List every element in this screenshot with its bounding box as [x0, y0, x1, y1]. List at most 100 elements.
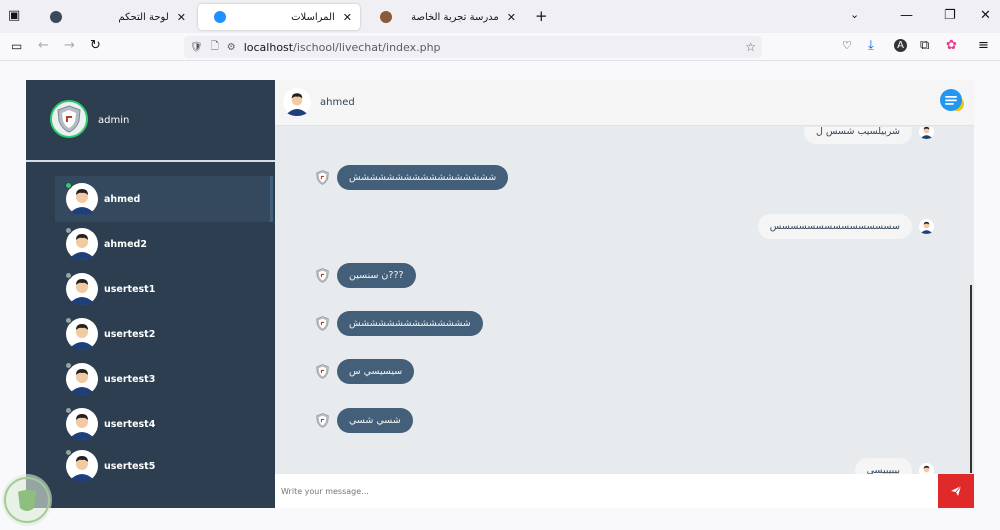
avatar	[65, 227, 98, 260]
url-host: localhost	[243, 40, 294, 54]
shield-icon: 🛡	[190, 41, 203, 53]
message-bubble: شربيلسيب شسس ل	[803, 127, 912, 144]
message-bubble: سيسيسي س	[337, 359, 415, 384]
tab-dashboard[interactable]: لوحة التحكم ✕	[34, 4, 194, 30]
shield-logo-icon	[57, 105, 81, 133]
tab-overview-icon[interactable]: ▣	[8, 8, 20, 23]
message-received: شربيلسيب شسس ل	[803, 127, 934, 144]
close-tab-icon[interactable]: ✕	[343, 11, 352, 24]
forward-icon[interactable]: →	[64, 38, 75, 53]
offline-status-dot	[65, 407, 72, 414]
menu-icon[interactable]: ≡	[978, 38, 989, 53]
bookmark-star-icon[interactable]: ☆	[745, 40, 756, 54]
send-button[interactable]	[938, 474, 974, 508]
chat-pane: ahmed شربيلسيب شسس ل ششششششششششششششششش س…	[275, 80, 974, 508]
contacts-sidebar: admin ahmed ahmed2 usertest1 usertest2 u…	[26, 80, 275, 508]
shield-logo-icon	[316, 268, 329, 283]
message-input-bar	[275, 474, 974, 508]
tab-school[interactable]: مدرسة تجربة الخاصة ✕	[364, 4, 524, 30]
contact-name: usertest3	[104, 373, 156, 385]
download-icon[interactable]: ⤓	[868, 38, 874, 53]
shield-logo-icon	[316, 413, 329, 428]
user-avatar-icon	[283, 88, 311, 116]
message-bubble: سسسسسسسسسسسسسسس	[757, 214, 912, 239]
offline-status-dot	[65, 449, 72, 456]
contact-avatar[interactable]	[283, 88, 311, 116]
avatar	[65, 182, 98, 215]
back-icon[interactable]: ←	[38, 38, 49, 53]
contact-item-usertest3[interactable]: usertest3	[55, 356, 273, 402]
pocket-icon[interactable]: ♡	[842, 39, 852, 52]
reload-icon[interactable]: ↻	[90, 38, 101, 53]
message-bubble: ششششششششششششششششش	[337, 165, 509, 190]
close-tab-icon[interactable]: ✕	[177, 11, 186, 24]
offline-status-dot	[65, 272, 72, 279]
watermark-logo	[2, 474, 52, 526]
admin-avatar[interactable]	[50, 100, 88, 138]
contact-name: usertest4	[104, 418, 156, 430]
message-sent: ???ن سنسين	[315, 263, 416, 288]
offline-status-dot	[65, 317, 72, 324]
message-scrollbar[interactable]	[970, 285, 972, 473]
extensions-icon[interactable]: ⧉	[920, 38, 929, 53]
message-received: بيبيبيسي	[854, 458, 934, 474]
paper-plane-icon	[951, 485, 962, 496]
avatar	[65, 317, 98, 350]
user-avatar-icon	[919, 127, 934, 139]
message-list[interactable]: شربيلسيب شسس ل ششششششششششششششششش سسسسسسس…	[275, 127, 974, 474]
user-avatar-icon	[919, 219, 934, 234]
page-icon: 🗋	[210, 40, 219, 52]
color-extension-icon[interactable]: ✿	[946, 38, 957, 53]
message-bubble: شسي شسي	[337, 408, 413, 433]
message-bubble: ???ن سنسين	[337, 263, 416, 288]
new-tab-icon[interactable]: +	[535, 7, 548, 25]
contact-item-ahmed[interactable]: ahmed	[55, 176, 273, 222]
shield-logo-icon	[316, 364, 329, 379]
livechat-app: admin ahmed ahmed2 usertest1 usertest2 u…	[26, 80, 974, 508]
leaf-logo-icon	[4, 477, 50, 523]
permissions-icon: ⚙	[226, 41, 236, 53]
user-avatar-icon	[919, 463, 934, 474]
offline-status-dot	[65, 362, 72, 369]
contact-item-usertest2[interactable]: usertest2	[55, 311, 273, 357]
window-close-icon[interactable]: ✕	[980, 8, 991, 23]
tab-messages[interactable]: المراسلات ✕	[198, 4, 360, 30]
contact-item-usertest5[interactable]: usertest5	[55, 446, 273, 486]
profile-panel: admin	[26, 80, 275, 162]
chat-favicon-icon	[214, 11, 226, 23]
browser-nav-bar: ▭ ← → ↻ 🛡 🗋 ⚙ localhost/ischool/livechat…	[0, 33, 1000, 61]
contact-item-ahmed2[interactable]: ahmed2	[55, 221, 273, 267]
close-tab-icon[interactable]: ✕	[507, 11, 516, 24]
account-icon[interactable]: A	[894, 39, 907, 52]
contact-name: ahmed2	[104, 238, 147, 250]
message-input[interactable]	[275, 474, 938, 508]
avatar	[65, 362, 98, 395]
message-sent: سيسيسي س	[315, 359, 415, 384]
chat-header: ahmed	[275, 80, 974, 126]
maximize-icon[interactable]: ❐	[944, 8, 956, 23]
sidebar-toggle-icon[interactable]: ▭	[11, 39, 22, 53]
avatar	[65, 407, 98, 440]
contact-name: ahmed	[104, 193, 141, 205]
chevron-down-icon[interactable]: ⌄	[850, 8, 859, 21]
message-bubble: بيبيبيسي	[854, 458, 912, 474]
contact-item-usertest4[interactable]: usertest4	[55, 401, 273, 447]
contact-name: usertest1	[104, 283, 156, 295]
message-bubble: شششششششششششششش	[337, 311, 483, 336]
message-received: سسسسسسسسسسسسسسس	[757, 214, 934, 239]
url-bar[interactable]: 🛡 🗋 ⚙ localhost/ischool/livechat/index.p…	[184, 36, 762, 58]
browser-tab-bar: ▣ لوحة التحكم ✕ المراسلات ✕ مدرسة تجربة …	[0, 0, 1000, 33]
contact-item-usertest1[interactable]: usertest1	[55, 266, 273, 312]
chat-menu-icon[interactable]	[939, 88, 965, 114]
contact-name: usertest2	[104, 328, 156, 340]
school-favicon-icon	[380, 11, 392, 23]
contact-name: usertest5	[104, 460, 156, 472]
admin-name: admin	[98, 115, 130, 126]
dashboard-favicon-icon	[50, 11, 62, 23]
url-path: /ischool/livechat/index.php	[293, 40, 441, 54]
shield-logo-icon	[316, 170, 329, 185]
online-status-dot	[65, 182, 72, 189]
minimize-icon[interactable]: —	[900, 8, 913, 23]
message-sent: شسي شسي	[315, 408, 413, 433]
chat-contact-name: ahmed	[320, 97, 355, 108]
